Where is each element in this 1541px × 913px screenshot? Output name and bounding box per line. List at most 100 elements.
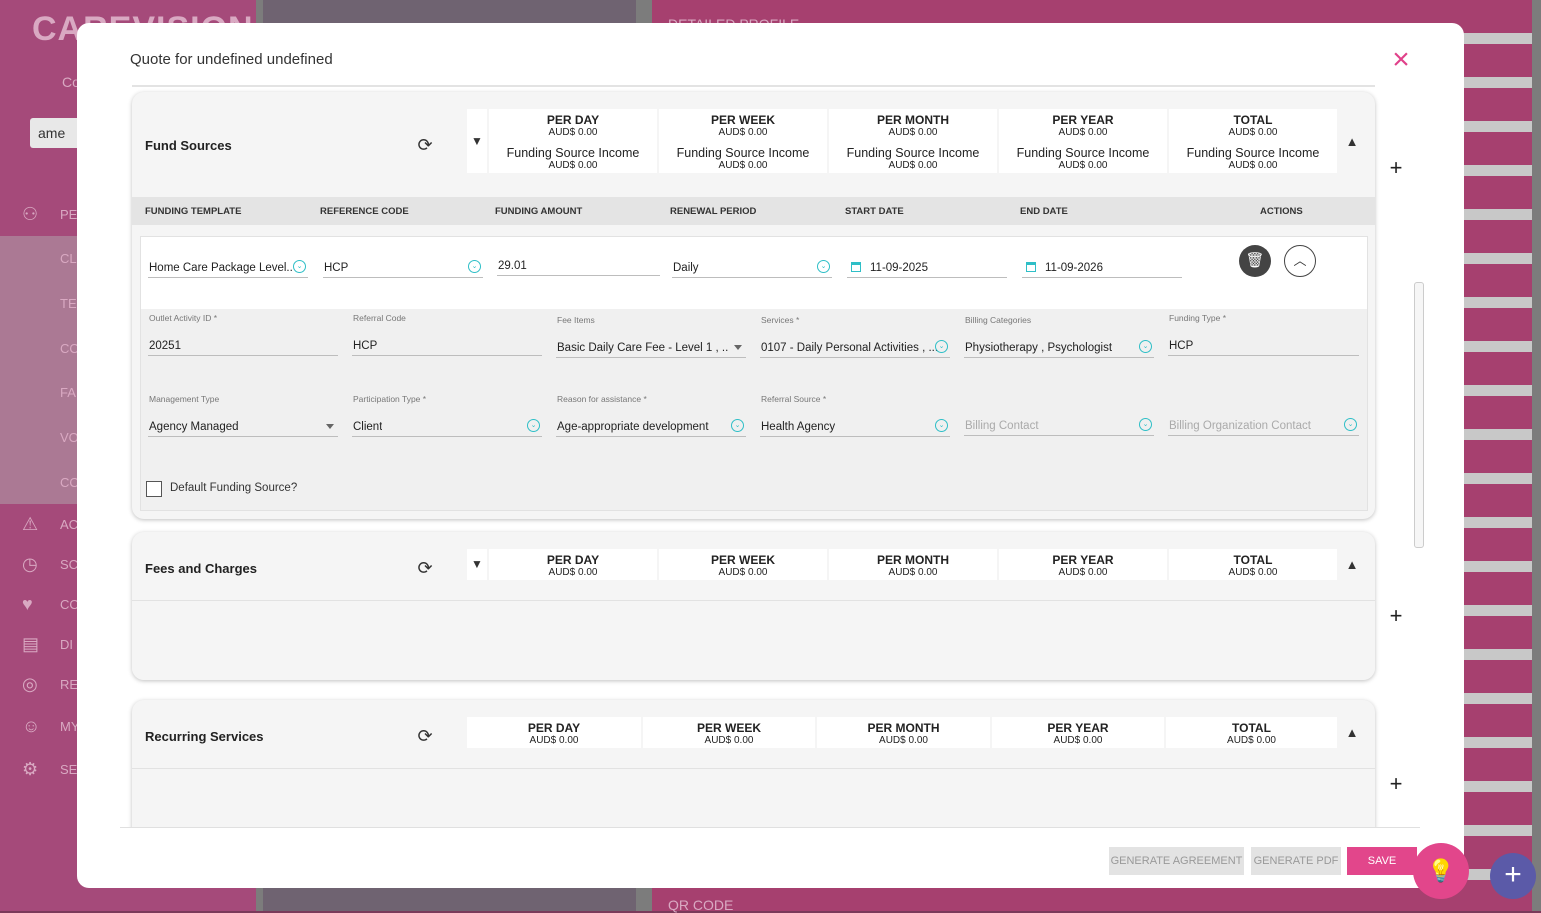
close-icon[interactable]: ×	[1388, 45, 1414, 75]
default-funding-checkbox[interactable]	[146, 481, 162, 497]
fund-sources-section: Fund Sources ⟳ ▼ PER DAY AUD$ 0.00 Fundi…	[132, 92, 1375, 519]
dropdown-clock-icon: ⌄	[468, 260, 481, 273]
default-funding-label: Default Funding Source?	[170, 482, 298, 494]
recurring-per-month: PER MONTH AUD$ 0.00	[817, 717, 990, 748]
sidebar-item-team[interactable]: TE	[60, 296, 77, 311]
participation-type-select[interactable]: Participation Type * Client ⌄	[352, 394, 542, 437]
alert-icon: ⚠	[22, 514, 39, 534]
funding-amount-input[interactable]: 29.01	[497, 251, 660, 276]
fees-body	[132, 600, 1375, 680]
chevron-down-icon[interactable]: ▼	[467, 549, 487, 580]
fees-charges-section: Fees and Charges ⟳ ▼ PER DAY AUD$ 0.00 PE…	[132, 532, 1375, 680]
sidebar-item-volunteers[interactable]: VO	[60, 430, 79, 445]
user-icon: ☺	[22, 716, 41, 736]
billing-categories-select[interactable]: Billing Categories Physiotherapy , Psych…	[964, 315, 1154, 358]
quote-modal: Quote for undefined undefined × Fund Sou…	[77, 23, 1464, 888]
section-title: Recurring Services	[145, 729, 264, 744]
fees-total: TOTAL AUD$ 0.00	[1169, 549, 1337, 580]
renewal-period-select[interactable]: Daily ⌄	[672, 253, 832, 278]
outlet-activity-id-input[interactable]: Outlet Activity ID * 20251	[148, 313, 338, 356]
start-date-input[interactable]: 11-09-2025	[847, 253, 1007, 278]
col-actions: ACTIONS	[1260, 206, 1303, 217]
billing-org-contact-select[interactable]: Billing Organization Contact ⌄	[1168, 411, 1359, 436]
referral-source-select[interactable]: Referral Source * Health Agency ⌄	[760, 394, 950, 437]
refresh-icon[interactable]: ⟳	[415, 558, 435, 578]
scrollbar[interactable]	[1414, 282, 1424, 548]
referral-code-input[interactable]: Referral Code HCP	[352, 313, 542, 356]
funding-type-input[interactable]: Funding Type * HCP	[1168, 313, 1359, 356]
calendar-icon	[851, 262, 861, 272]
add-fee-button[interactable]: +	[1386, 605, 1406, 627]
summary-per-year: PER YEAR AUD$ 0.00 Funding Source Income…	[999, 109, 1167, 173]
dropdown-clock-icon: ⌄	[731, 419, 744, 432]
billing-contact-select[interactable]: Billing Contact ⌄	[964, 411, 1154, 436]
recurring-body	[132, 768, 1375, 827]
funding-row: Home Care Package Level... ⌄ HCP ⌄ 29.01…	[140, 236, 1368, 511]
refresh-icon[interactable]: ⟳	[415, 726, 435, 746]
settings-icon: ⚙	[22, 759, 39, 779]
chevron-up-icon[interactable]: ▲	[1342, 723, 1362, 743]
recurring-per-day: PER DAY AUD$ 0.00	[467, 717, 641, 748]
sidebar-item-reports[interactable]: RE	[60, 677, 78, 692]
sidebar-item-people[interactable]: PE	[60, 207, 77, 222]
col-funding-template: FUNDING TEMPLATE	[145, 206, 242, 217]
divider	[132, 85, 1375, 87]
calendar-icon	[1026, 262, 1036, 272]
sidebar-item-settings[interactable]: SE	[60, 762, 77, 777]
sidebar-item-schedule[interactable]: SC	[60, 557, 78, 572]
dropdown-clock-icon: ⌄	[935, 419, 948, 432]
summary-per-day: PER DAY AUD$ 0.00 Funding Source Income …	[489, 109, 657, 173]
people-icon: ⚇	[22, 204, 39, 224]
chevron-up-icon[interactable]: ▲	[1342, 555, 1362, 575]
fees-per-year: PER YEAR AUD$ 0.00	[999, 549, 1167, 580]
add-fund-source-button[interactable]: +	[1386, 157, 1406, 179]
add-recurring-service-button[interactable]: +	[1386, 773, 1406, 795]
fee-items-select[interactable]: Fee Items Basic Daily Care Fee - Level 1…	[556, 315, 746, 358]
chevron-up-icon: ︿	[1293, 253, 1307, 268]
lightbulb-icon[interactable]: 💡	[1413, 843, 1469, 899]
chat-icon: ▤	[22, 634, 40, 654]
summary-per-month: PER MONTH AUD$ 0.00 Funding Source Incom…	[829, 109, 997, 173]
section-title: Fees and Charges	[145, 561, 257, 576]
recurring-total: TOTAL AUD$ 0.00	[1166, 717, 1337, 748]
end-date-input[interactable]: 11-09-2026	[1022, 253, 1182, 278]
sidebar-item-ac[interactable]: AC	[60, 517, 78, 532]
fees-per-month: PER MONTH AUD$ 0.00	[829, 549, 997, 580]
dropdown-clock-icon: ⌄	[293, 260, 306, 273]
save-button[interactable]: SAVE	[1347, 847, 1417, 875]
dropdown-clock-icon: ⌄	[1139, 418, 1152, 431]
delete-button[interactable]: 🗑	[1239, 245, 1271, 277]
trash-icon: 🗑	[1245, 252, 1265, 269]
add-fab[interactable]: +	[1490, 853, 1536, 899]
collapse-row-button[interactable]: ︿	[1284, 245, 1316, 277]
sidebar-item-discussion[interactable]: DI	[60, 637, 73, 652]
fees-per-day: PER DAY AUD$ 0.00	[489, 549, 657, 580]
col-start-date: START DATE	[845, 206, 904, 217]
col-reference-code: REFERENCE CODE	[320, 206, 409, 217]
modal-footer: GENERATE AGREEMENT GENERATE PDF SAVE	[120, 827, 1420, 888]
generate-agreement-button[interactable]: GENERATE AGREEMENT	[1109, 847, 1244, 875]
caret-down-icon	[734, 345, 742, 350]
dropdown-clock-icon: ⌄	[817, 260, 830, 273]
col-renewal-period: RENEWAL PERIOD	[670, 206, 757, 217]
management-type-select[interactable]: Management Type Agency Managed	[148, 394, 338, 437]
summary-per-week: PER WEEK AUD$ 0.00 Funding Source Income…	[659, 109, 827, 173]
refresh-icon[interactable]: ⟳	[415, 135, 435, 155]
heart-icon: ♥	[22, 594, 33, 614]
reason-for-assistance-select[interactable]: Reason for assistance * Age-appropriate …	[556, 394, 746, 437]
sidebar-item-clients[interactable]: CL	[60, 251, 77, 266]
col-end-date: END DATE	[1020, 206, 1068, 217]
chevron-down-icon[interactable]: ▼	[467, 109, 487, 173]
generate-pdf-button[interactable]: GENERATE PDF	[1251, 847, 1341, 875]
recurring-services-section: Recurring Services ⟳ PER DAY AUD$ 0.00 PE…	[132, 700, 1375, 827]
reference-code-select[interactable]: HCP ⌄	[323, 253, 483, 278]
services-select[interactable]: Services * 0107 - Daily Personal Activit…	[760, 315, 950, 358]
summary-total: TOTAL AUD$ 0.00 Funding Source Income AU…	[1169, 109, 1337, 173]
dropdown-clock-icon: ⌄	[935, 340, 948, 353]
chevron-up-icon[interactable]: ▲	[1342, 132, 1362, 152]
recurring-per-year: PER YEAR AUD$ 0.00	[992, 717, 1164, 748]
modal-scroll-area[interactable]: Fund Sources ⟳ ▼ PER DAY AUD$ 0.00 Fundi…	[77, 85, 1464, 827]
funding-template-select[interactable]: Home Care Package Level... ⌄	[148, 253, 308, 278]
funding-row-main: Home Care Package Level... ⌄ HCP ⌄ 29.01…	[141, 237, 1367, 309]
sidebar-item-family[interactable]: FA	[60, 385, 76, 400]
